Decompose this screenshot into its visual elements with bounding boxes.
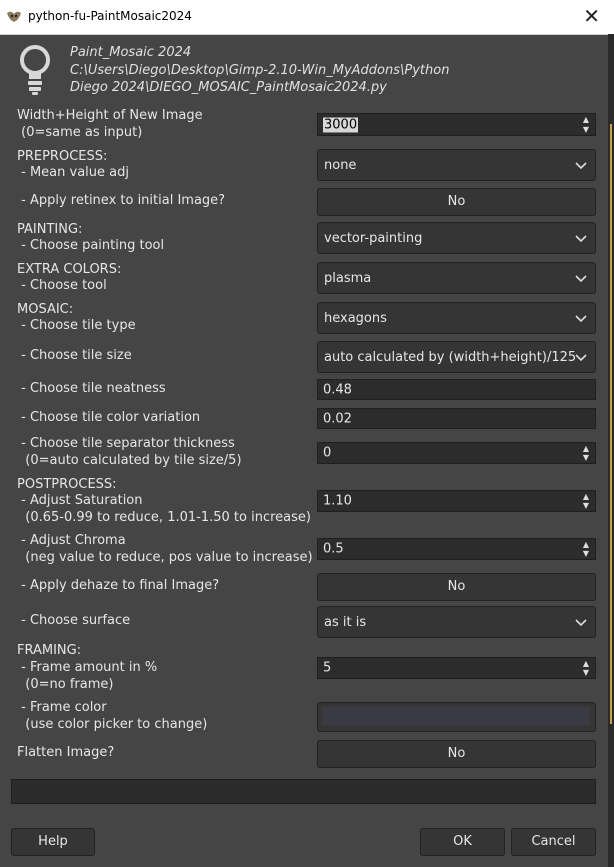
painting-tool-combo[interactable]: vector-painting <box>317 222 596 254</box>
tile-color-variation-label: - Choose tile color variation <box>17 410 201 425</box>
tile-separator-input[interactable]: 0 ▲ ▼ <box>317 442 596 464</box>
saturation-hint: (0.65-0.99 to reduce, 1.01-1.50 to incre… <box>17 510 311 525</box>
spin-down-icon[interactable]: ▼ <box>580 125 592 134</box>
chroma-hint: (neg value to reduce, pos value to incre… <box>17 550 313 565</box>
flatten-toggle[interactable]: No <box>317 740 596 768</box>
spin-down-icon[interactable]: ▼ <box>580 668 592 677</box>
spin-up-icon[interactable]: ▲ <box>580 540 592 549</box>
plugin-name: Paint_Mosaic 2024 <box>70 45 192 60</box>
help-button[interactable]: Help <box>11 828 95 856</box>
frame-amount-hint: (0=no frame) <box>17 677 114 692</box>
tile-size-combo[interactable]: auto calculated by (width+height)/125 <box>317 341 596 373</box>
chroma-label: - Adjust Chroma <box>17 533 126 548</box>
extra-colors-heading: EXTRA COLORS: <box>17 262 122 277</box>
frame-color-swatch <box>322 707 590 725</box>
chevron-down-icon <box>575 162 587 170</box>
tile-separator-hint: (0=auto calculated by tile size/5) <box>17 453 242 468</box>
progress-bar <box>11 779 596 804</box>
plugin-path-line2: Diego 2024\DIEGO_MOSAIC_PaintMosaic2024.… <box>70 80 387 95</box>
chevron-down-icon <box>575 275 587 283</box>
tile-color-variation-input[interactable]: 0.02 <box>317 408 596 429</box>
window-title: python-fu-PaintMosaic2024 <box>28 9 192 23</box>
spin-down-icon[interactable]: ▼ <box>580 453 592 462</box>
tile-type-combo[interactable]: hexagons <box>317 302 596 334</box>
tile-separator-label: - Choose tile separator thickness <box>17 436 235 451</box>
surface-label: - Choose surface <box>17 613 131 628</box>
spin-up-icon[interactable]: ▲ <box>580 659 592 668</box>
chevron-down-icon <box>575 315 587 323</box>
width-height-hint: (0=same as input) <box>17 125 143 140</box>
spin-down-icon[interactable]: ▼ <box>580 549 592 558</box>
mean-value-label: - Mean value adj <box>17 165 129 180</box>
framing-heading: FRAMING: <box>17 643 82 658</box>
close-icon[interactable]: ✕ <box>583 4 600 28</box>
dehaze-toggle[interactable]: No <box>317 573 596 601</box>
frame-color-label: - Frame color <box>17 700 107 715</box>
gimp-icon <box>7 11 21 22</box>
spin-down-icon[interactable]: ▼ <box>580 501 592 510</box>
retinex-toggle[interactable]: No <box>317 188 596 216</box>
tile-neatness-input[interactable]: 0.48 <box>317 379 596 400</box>
painting-tool-label: - Choose painting tool <box>17 238 165 253</box>
width-height-input[interactable]: 3000 ▲ ▼ <box>317 113 596 136</box>
flatten-label: Flatten Image? <box>17 745 115 760</box>
plugin-path-line1: C:\Users\Diego\Desktop\Gimp-2.10-Win_MyA… <box>70 63 450 78</box>
title-bar: python-fu-PaintMosaic2024 ✕ <box>0 0 614 35</box>
window-edge <box>608 34 614 867</box>
lightbulb-icon <box>20 45 50 95</box>
spin-up-icon[interactable]: ▲ <box>580 492 592 501</box>
frame-amount-input[interactable]: 5 ▲ ▼ <box>317 657 596 679</box>
frame-amount-label: - Frame amount in % <box>17 660 158 675</box>
extra-colors-combo[interactable]: plasma <box>317 262 596 294</box>
postprocess-heading: POSTPROCESS: <box>17 477 117 492</box>
preprocess-heading: PREPROCESS: <box>17 149 108 164</box>
chevron-down-icon <box>575 354 587 362</box>
chevron-down-icon <box>575 619 587 627</box>
retinex-label: - Apply retinex to initial Image? <box>17 193 226 208</box>
tile-size-label: - Choose tile size <box>17 348 132 363</box>
width-height-label: Width+Height of New Image <box>17 108 203 123</box>
cancel-button[interactable]: Cancel <box>511 828 596 856</box>
tile-type-label: - Choose tile type <box>17 318 136 333</box>
saturation-input[interactable]: 1.10 ▲ ▼ <box>317 490 596 512</box>
frame-color-hint: (use color picker to change) <box>17 717 208 732</box>
chroma-input[interactable]: 0.5 ▲ ▼ <box>317 538 596 560</box>
surface-combo[interactable]: as it is <box>317 606 596 638</box>
ok-button[interactable]: OK <box>420 828 505 856</box>
spin-up-icon[interactable]: ▲ <box>580 444 592 453</box>
painting-heading: PAINTING: <box>17 222 83 237</box>
dehaze-label: - Apply dehaze to final Image? <box>17 578 220 593</box>
extra-colors-tool-label: - Choose tool <box>17 278 107 293</box>
tile-neatness-label: - Choose tile neatness <box>17 381 166 396</box>
mean-value-combo[interactable]: none <box>317 149 596 181</box>
saturation-label: - Adjust Saturation <box>17 493 143 508</box>
chevron-down-icon <box>575 235 587 243</box>
mosaic-heading: MOSAIC: <box>17 302 74 317</box>
spin-up-icon[interactable]: ▲ <box>580 115 592 124</box>
